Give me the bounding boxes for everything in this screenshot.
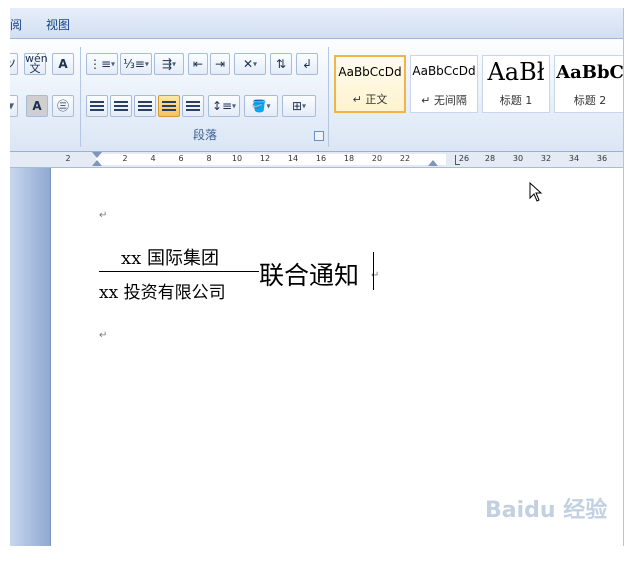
ruler-number: 4 <box>150 154 156 163</box>
phonetic-guide-icon: wén 文 <box>25 52 48 75</box>
text-cursor <box>373 252 374 290</box>
font-group: ツ wén文 A ▼ A ㊂ <box>10 47 81 147</box>
word-window: 阅 视图 ツ wén文 A ▼ A ㊂ ⋮≡▾ ⅓≡▾ ⇶▾ ⇤ ⇥ ✕▾ ⇅ … <box>10 8 624 546</box>
show-marks-button[interactable]: ↲ <box>296 53 318 75</box>
tab-review[interactable]: 阅 <box>10 16 22 33</box>
ruler-number: 36 <box>596 154 608 163</box>
numbering-button[interactable]: ⅓≡▾ <box>120 53 152 75</box>
char-border-button[interactable]: A <box>52 53 74 75</box>
increase-indent-button[interactable]: ⇥ <box>210 53 230 75</box>
align-left-icon <box>90 100 104 113</box>
style-sample: AaBł <box>487 58 545 86</box>
justify-button[interactable] <box>158 95 180 117</box>
style-heading-2[interactable]: AaBbC 标题 2 <box>554 55 624 113</box>
ruler-number: 34 <box>568 154 580 163</box>
justify-icon <box>162 100 176 113</box>
distributed-button[interactable] <box>182 95 204 117</box>
borders-icon: ⊞ <box>291 99 303 113</box>
ruler-number: 26 <box>458 154 470 163</box>
char-border-icon: A <box>58 57 68 71</box>
style-name: 标题 1 <box>499 94 533 107</box>
paragraph-mark: ↵ <box>99 330 108 341</box>
paragraph-group: ⋮≡▾ ⅓≡▾ ⇶▾ ⇤ ⇥ ✕▾ ⇅ ↲ ↕≡▾ 🪣▾ ⊞▾ 段落 <box>82 47 329 147</box>
style-normal[interactable]: AaBbCcDd ↵ 正文 <box>334 55 406 113</box>
horizontal-ruler[interactable]: 2 2 4 6 8 10 12 14 16 18 20 22 26 28 30 … <box>10 152 623 168</box>
decrease-indent-icon: ⇤ <box>192 57 204 71</box>
line-spacing-button[interactable]: ↕≡▾ <box>208 95 240 117</box>
style-name: ↵ 正文 <box>352 93 388 106</box>
style-heading-1[interactable]: AaBł 标题 1 <box>482 55 550 113</box>
align-center-button[interactable] <box>110 95 132 117</box>
styles-group: AaBbCcDd ↵ 正文 AaBbCcDd ↵ 无间隔 AaBł 标题 1 A… <box>330 47 623 147</box>
company-top-text: xx 国际集团 <box>121 248 220 269</box>
right-indent-marker[interactable] <box>428 160 438 166</box>
enclose-char-icon: ㊂ <box>56 99 69 113</box>
ruler-number: 18 <box>343 154 355 163</box>
increase-indent-icon: ⇥ <box>214 57 226 71</box>
ruler-number: 30 <box>512 154 524 163</box>
chinese-layout-icon: ✕ <box>242 57 254 71</box>
ruler-number: 12 <box>259 154 271 163</box>
ruler-number: 8 <box>206 154 212 163</box>
align-right-icon <box>138 100 152 113</box>
watermark-logo: Baidu 经验 <box>485 498 608 523</box>
char-shading-button[interactable]: A <box>26 95 48 117</box>
multilevel-list-button[interactable]: ⇶▾ <box>154 53 184 75</box>
left-margin-panel <box>10 168 51 546</box>
document-page[interactable]: ↵ xx 国际集团 xx 投资有限公司 联合通知 ↵ ↵ <box>51 168 623 546</box>
paragraph-mark: ↵ <box>99 210 108 221</box>
bullets-icon: ⋮≡ <box>88 57 112 71</box>
chinese-layout-button[interactable]: ✕▾ <box>234 53 266 75</box>
align-left-button[interactable] <box>86 95 108 117</box>
style-name: 标题 2 <box>573 94 607 107</box>
mouse-pointer-icon <box>529 182 543 202</box>
paragraph-mark-icon: ↲ <box>301 57 313 71</box>
first-line-indent-marker[interactable] <box>92 152 102 158</box>
numbering-icon: ⅓≡ <box>123 57 145 71</box>
ruler-number: 6 <box>178 154 184 163</box>
shading-button[interactable]: 🪣▾ <box>244 95 278 117</box>
ruler-number: 22 <box>399 154 411 163</box>
paint-bucket-icon: 🪣 <box>251 99 267 113</box>
distributed-icon <box>186 100 200 113</box>
company-bottom-text: xx 投资有限公司 <box>99 283 226 303</box>
style-no-spacing[interactable]: AaBbCcDd ↵ 无间隔 <box>410 55 478 113</box>
ribbon: ツ wén文 A ▼ A ㊂ ⋮≡▾ ⅓≡▾ ⇶▾ ⇤ ⇥ ✕▾ ⇅ ↲ ↕≡▾… <box>10 39 623 152</box>
paragraph-group-label: 段落 <box>192 128 217 142</box>
enclose-char-button[interactable]: ㊂ <box>52 95 74 117</box>
ruler-number: 20 <box>371 154 383 163</box>
clear-format-button[interactable]: ツ <box>10 53 18 75</box>
line-spacing-icon: ↕≡ <box>211 99 233 113</box>
borders-button[interactable]: ⊞▾ <box>282 95 316 117</box>
ruler-number: 32 <box>540 154 552 163</box>
ruler-number: 10 <box>231 154 243 163</box>
phonetic-guide-button[interactable]: wén 文 <box>24 52 48 75</box>
font-dropdown-button[interactable]: ▼ <box>10 95 18 117</box>
ruler-number: 28 <box>484 154 496 163</box>
chevron-down-icon: ▼ <box>10 102 14 111</box>
style-sample: AaBbCcDd <box>412 64 476 78</box>
multilevel-list-icon: ⇶ <box>161 57 173 71</box>
ruler-number: 14 <box>287 154 299 163</box>
ribbon-tab-row: 阅 视图 <box>10 8 623 39</box>
align-center-icon <box>114 100 128 113</box>
sort-icon: ⇅ <box>275 57 287 71</box>
notice-title: 联合通知 <box>259 261 360 290</box>
style-sample: AaBbC <box>556 62 624 83</box>
bullets-button[interactable]: ⋮≡▾ <box>86 53 118 75</box>
style-sample: AaBbCcDd <box>338 65 402 79</box>
ruler-number: 16 <box>315 154 327 163</box>
tab-view[interactable]: 视图 <box>46 16 70 33</box>
ruler-number: 2 <box>65 154 71 163</box>
char-shading-icon: A <box>32 99 42 113</box>
dialog-launcher-icon[interactable] <box>314 131 324 141</box>
ruler-number: 2 <box>122 154 128 163</box>
align-right-button[interactable] <box>134 95 156 117</box>
hanging-indent-marker[interactable] <box>92 160 102 166</box>
decrease-indent-button[interactable]: ⇤ <box>188 53 208 75</box>
style-name: ↵ 无间隔 <box>421 94 467 107</box>
sort-button[interactable]: ⇅ <box>270 53 292 75</box>
fraction-line <box>99 271 259 272</box>
